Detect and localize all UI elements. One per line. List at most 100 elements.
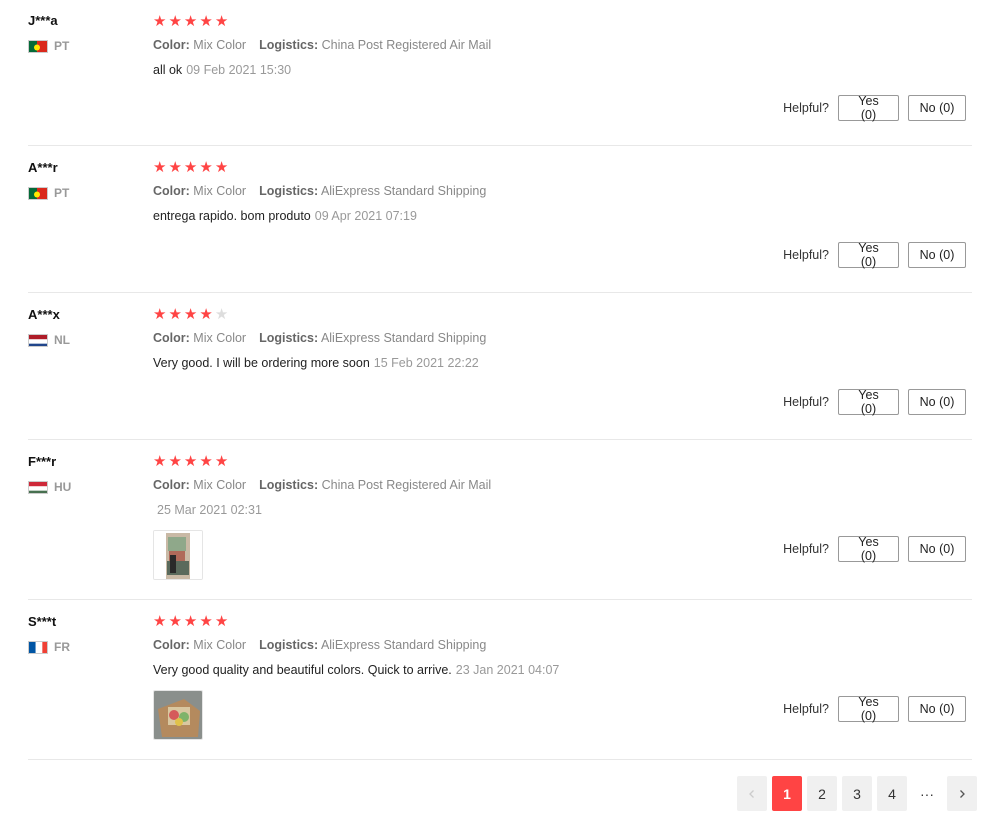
color-value: Mix Color <box>193 184 247 198</box>
country-code: HU <box>54 480 72 494</box>
page-1-button[interactable]: 1 <box>772 776 802 811</box>
color-value: Mix Color <box>193 331 247 345</box>
review-photo[interactable] <box>153 690 203 740</box>
rating-stars: ★ ★ ★ ★ ★ <box>153 614 228 630</box>
star-icon: ★ <box>214 613 229 630</box>
star-icon: ★ <box>153 613 167 630</box>
review-item: J***a PT ★ ★ ★ ★ ★ Color: Mix Color Logistics… <box>28 0 972 146</box>
helpful-yes-button[interactable]: Yes (0) <box>838 695 899 723</box>
star-icon: ★ <box>153 453 167 470</box>
helpful-yes-button[interactable]: Yes (0) <box>838 388 899 416</box>
reviewer-country: PT <box>28 39 69 53</box>
star-icon: ★ <box>183 453 198 470</box>
star-icon: ★ <box>168 453 182 470</box>
color-label: Color: <box>153 638 190 652</box>
review-list: J***a PT ★ ★ ★ ★ ★ Color: Mix Color Logistics… <box>28 0 972 760</box>
pagination-ellipsis: ··· <box>920 785 934 802</box>
review-text: Very good quality and beautiful colors. … <box>153 663 452 677</box>
helpful-no-button[interactable]: No (0) <box>908 242 966 268</box>
review-meta: Color: Mix Color Logistics: AliExpress St… <box>153 331 486 345</box>
rating-stars: ★ ★ ★ ★ ★ <box>153 454 228 470</box>
logistics-label: Logistics: <box>259 184 319 198</box>
page-3-button[interactable]: 3 <box>842 776 872 811</box>
review-meta: Color: Mix Color Logistics: AliExpress St… <box>153 638 486 652</box>
logistics-label: Logistics: <box>259 638 319 652</box>
logistics-value: AliExpress Standard Shipping <box>320 331 487 345</box>
reviewer-country: FR <box>28 640 70 654</box>
helpful-no-button[interactable]: No (0) <box>908 389 966 415</box>
star-icon: ★ <box>214 13 229 30</box>
star-icon: ★ <box>153 159 167 176</box>
color-label: Color: <box>153 184 190 198</box>
review-date: 25 Mar 2021 02:31 <box>157 503 262 517</box>
helpful-no-button[interactable]: No (0) <box>908 95 966 121</box>
helpful-label: Helpful? <box>783 702 829 716</box>
reviewer-name: A***x <box>28 307 60 322</box>
star-icon: ★ <box>168 159 182 176</box>
color-value: Mix Color <box>193 638 247 652</box>
logistics-label: Logistics: <box>259 38 319 52</box>
page-2-button[interactable]: 2 <box>807 776 837 811</box>
review-text: entrega rapido. bom produto <box>153 209 311 223</box>
review-content: all ok 09 Feb 2021 15:30 <box>153 63 291 77</box>
prev-page-button[interactable] <box>737 776 767 811</box>
helpful-controls: Helpful? Yes (0) No (0) <box>783 388 966 416</box>
helpful-yes-button[interactable]: Yes (0) <box>838 94 899 122</box>
reviewer-name: S***t <box>28 614 57 629</box>
helpful-yes-button[interactable]: Yes (0) <box>838 241 899 269</box>
helpful-yes-button[interactable]: Yes (0) <box>838 535 899 563</box>
hungary-flag-icon <box>28 480 48 494</box>
helpful-controls: Helpful? Yes (0) No (0) <box>783 94 966 122</box>
helpful-no-button[interactable]: No (0) <box>908 696 966 722</box>
star-icon: ★ <box>199 159 213 176</box>
review-meta: Color: Mix Color Logistics: AliExpress St… <box>153 184 486 198</box>
star-icon: ★ <box>168 613 182 630</box>
review-content: Very good quality and beautiful colors. … <box>153 663 559 677</box>
review-photo[interactable] <box>153 530 203 580</box>
helpful-controls: Helpful? Yes (0) No (0) <box>783 241 966 269</box>
star-icon: ★ <box>199 13 213 30</box>
country-code: PT <box>54 39 70 53</box>
star-empty-icon: ★ <box>214 306 229 323</box>
logistics-label: Logistics: <box>259 478 319 492</box>
country-code: FR <box>54 640 70 654</box>
country-code: PT <box>54 186 70 200</box>
color-value: Mix Color <box>193 38 247 52</box>
review-item: A***x NL ★ ★ ★ ★ ★ Color: Mix Color Logistics… <box>28 293 972 440</box>
helpful-no-button[interactable]: No (0) <box>908 536 966 562</box>
review-text: all ok <box>153 63 183 77</box>
reviewer-name: A***r <box>28 160 58 175</box>
logistics-value: AliExpress Standard Shipping <box>320 638 487 652</box>
star-icon: ★ <box>214 159 229 176</box>
star-icon: ★ <box>153 13 167 30</box>
chevron-right-icon <box>957 786 967 802</box>
star-icon: ★ <box>168 306 182 323</box>
star-icon: ★ <box>183 13 198 30</box>
rating-stars: ★ ★ ★ ★ ★ <box>153 307 228 323</box>
star-icon: ★ <box>214 453 229 470</box>
next-page-button[interactable] <box>947 776 977 811</box>
color-label: Color: <box>153 331 190 345</box>
helpful-label: Helpful? <box>783 101 829 115</box>
color-label: Color: <box>153 38 190 52</box>
star-icon: ★ <box>153 306 167 323</box>
country-code: NL <box>54 333 70 347</box>
review-date: 09 Apr 2021 07:19 <box>314 209 417 223</box>
page-4-button[interactable]: 4 <box>877 776 907 811</box>
star-icon: ★ <box>199 306 213 323</box>
chevron-left-icon <box>747 786 757 802</box>
review-date: 15 Feb 2021 22:22 <box>373 356 479 370</box>
reviewer-country: NL <box>28 333 70 347</box>
helpful-controls: Helpful? Yes (0) No (0) <box>783 535 966 563</box>
review-date: 09 Feb 2021 15:30 <box>186 63 292 77</box>
logistics-value: China Post Registered Air Mail <box>321 478 492 492</box>
color-value: Mix Color <box>193 478 247 492</box>
netherlands-flag-icon <box>28 333 48 347</box>
star-icon: ★ <box>183 306 198 323</box>
review-content: Very good. I will be ordering more soon 1… <box>153 356 479 370</box>
star-icon: ★ <box>199 453 213 470</box>
review-text: Very good. I will be ordering more soon <box>153 356 370 370</box>
star-icon: ★ <box>168 13 182 30</box>
reviewer-country: HU <box>28 480 71 494</box>
pagination: 1 2 3 4 ··· <box>737 776 977 811</box>
